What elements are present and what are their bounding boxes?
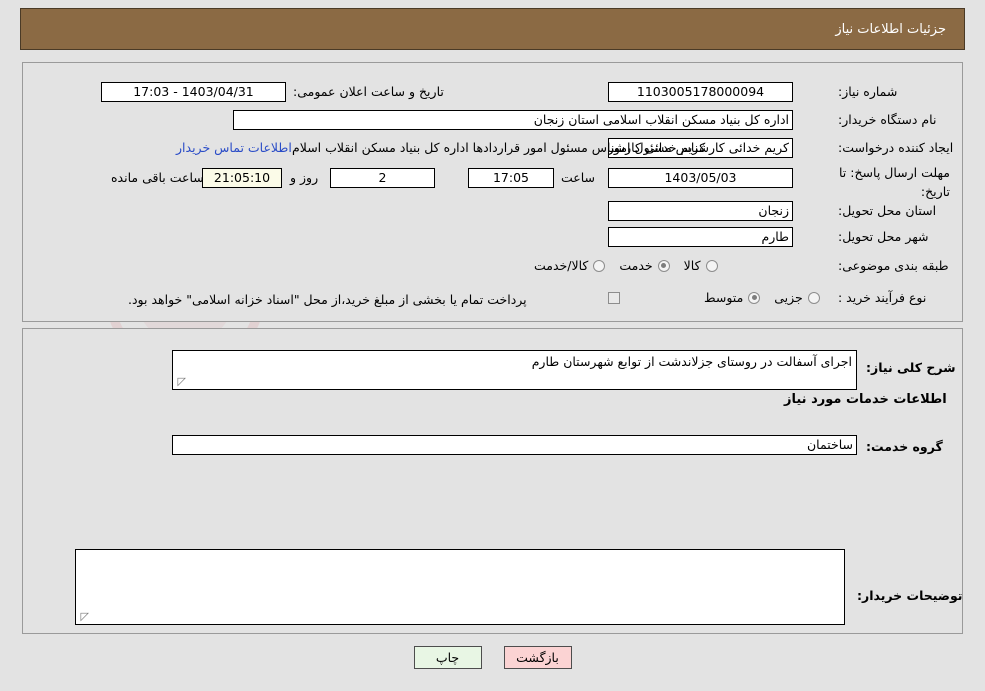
- deadline-label-wrap: مهلت ارسال پاسخ: تا تاریخ:: [838, 162, 950, 200]
- creator-label: ایجاد کننده درخواست:: [838, 140, 954, 155]
- services-section-title: اطلاعات خدمات مورد نیاز: [784, 392, 947, 407]
- city-label-wrap: شهر محل تحویل:: [838, 229, 928, 244]
- category-option-label: خدمت: [619, 258, 653, 273]
- need-number-value: 1103005178000094: [608, 82, 793, 102]
- category-radio-group: کالا خدمت کالا/خدمت: [520, 258, 718, 273]
- radio-icon[interactable]: [807, 291, 820, 304]
- radio-icon[interactable]: [748, 291, 761, 304]
- creator-label-wrap: ایجاد کننده درخواست:: [838, 140, 953, 155]
- treasury-note: پرداخت تمام یا بخشی از مبلغ خرید،از محل …: [128, 292, 527, 307]
- deadline-time-value: 17:05: [468, 168, 554, 188]
- description-value: اجرای آسفالت در روستای جزلاندشت از توابع…: [531, 354, 852, 369]
- buyer-org-value: اداره کل بنیاد مسکن انقلاب اسلامی استان …: [233, 110, 793, 130]
- description-label: شرح کلی نیاز:: [866, 360, 956, 375]
- buyer-notes-label: توضیحات خریدار:: [857, 588, 963, 603]
- province-value: زنجان: [608, 201, 793, 221]
- process-option-jozei[interactable]: جزیی: [760, 290, 820, 305]
- category-label-wrap: طبقه بندی موضوعی:: [838, 258, 949, 273]
- need-number-label: شماره نیاز:: [838, 84, 898, 99]
- page-root: AriaTender.net جزئیات اطلاعات نیاز شماره…: [0, 0, 985, 691]
- days-label: روز و: [290, 170, 319, 185]
- category-option-kala[interactable]: کالا: [670, 258, 718, 273]
- resize-grip-icon[interactable]: ◸: [176, 376, 186, 387]
- category-option-label: کالا/خدمت: [534, 258, 589, 273]
- process-option-label: متوسط: [704, 290, 744, 305]
- category-option-label: کالا: [683, 258, 701, 273]
- deadline-label: مهلت ارسال پاسخ: تا تاریخ:: [839, 165, 950, 199]
- process-label: نوع فرآیند خرید :: [838, 290, 927, 305]
- back-button[interactable]: بازگشت: [503, 646, 572, 669]
- description-textarea[interactable]: اجرای آسفالت در روستای جزلاندشت از توابع…: [172, 350, 857, 390]
- radio-icon[interactable]: [705, 259, 718, 272]
- announce-label-wrap: تاریخ و ساعت اعلان عمومی:: [293, 84, 444, 99]
- city-label: شهر محل تحویل:: [838, 229, 929, 244]
- province-label: استان محل تحویل:: [838, 203, 937, 218]
- category-option-khedmat[interactable]: خدمت: [605, 258, 670, 273]
- deadline-date-value: 1403/05/03: [608, 168, 793, 188]
- announce-value: 1403/04/31 - 17:03: [101, 82, 286, 102]
- countdown-value: 21:05:10: [202, 168, 282, 188]
- footer-button-bar: بازگشت چاپ: [0, 646, 985, 669]
- radio-icon[interactable]: [593, 259, 606, 272]
- buyer-org-label: نام دستگاه خریدار:: [838, 112, 937, 127]
- process-label-wrap: نوع فرآیند خرید :: [838, 290, 926, 305]
- buyer-contact-link[interactable]: اطلاعات تماس خریدار: [176, 140, 292, 155]
- print-button[interactable]: چاپ: [413, 646, 482, 669]
- window-title-bar: جزئیات اطلاعات نیاز: [20, 8, 965, 50]
- province-label-wrap: استان محل تحویل:: [838, 203, 936, 218]
- process-option-label: جزیی: [774, 290, 803, 305]
- page-title: جزئیات اطلاعات نیاز: [835, 21, 946, 37]
- process-option-motevaset[interactable]: متوسط: [690, 290, 761, 305]
- category-label: طبقه بندی موضوعی:: [838, 258, 949, 273]
- resize-grip-icon[interactable]: ◸: [79, 611, 89, 622]
- need-number-label-wrap: شماره نیاز:: [838, 84, 897, 99]
- countdown-label: ساعت باقی مانده: [111, 170, 204, 185]
- announce-label: تاریخ و ساعت اعلان عمومی:: [293, 84, 444, 99]
- creator-overflow-text: کریم خدائی کارشناس مسئول امور قراردادها …: [292, 140, 706, 155]
- buyer-notes-textarea[interactable]: ◸: [75, 549, 845, 625]
- radio-icon[interactable]: [657, 259, 670, 272]
- buyer-org-label-wrap: نام دستگاه خریدار:: [838, 112, 936, 127]
- category-option-kala-khedmat[interactable]: کالا/خدمت: [520, 258, 606, 273]
- process-radio-group: جزیی متوسط: [690, 290, 820, 305]
- hour-label: ساعت: [561, 170, 596, 185]
- city-value: طارم: [608, 227, 793, 247]
- service-group-value: ساختمان: [172, 435, 857, 455]
- service-group-label: گروه خدمت:: [866, 439, 943, 454]
- days-remaining-value: 2: [330, 168, 435, 188]
- treasury-checkbox[interactable]: [608, 292, 620, 304]
